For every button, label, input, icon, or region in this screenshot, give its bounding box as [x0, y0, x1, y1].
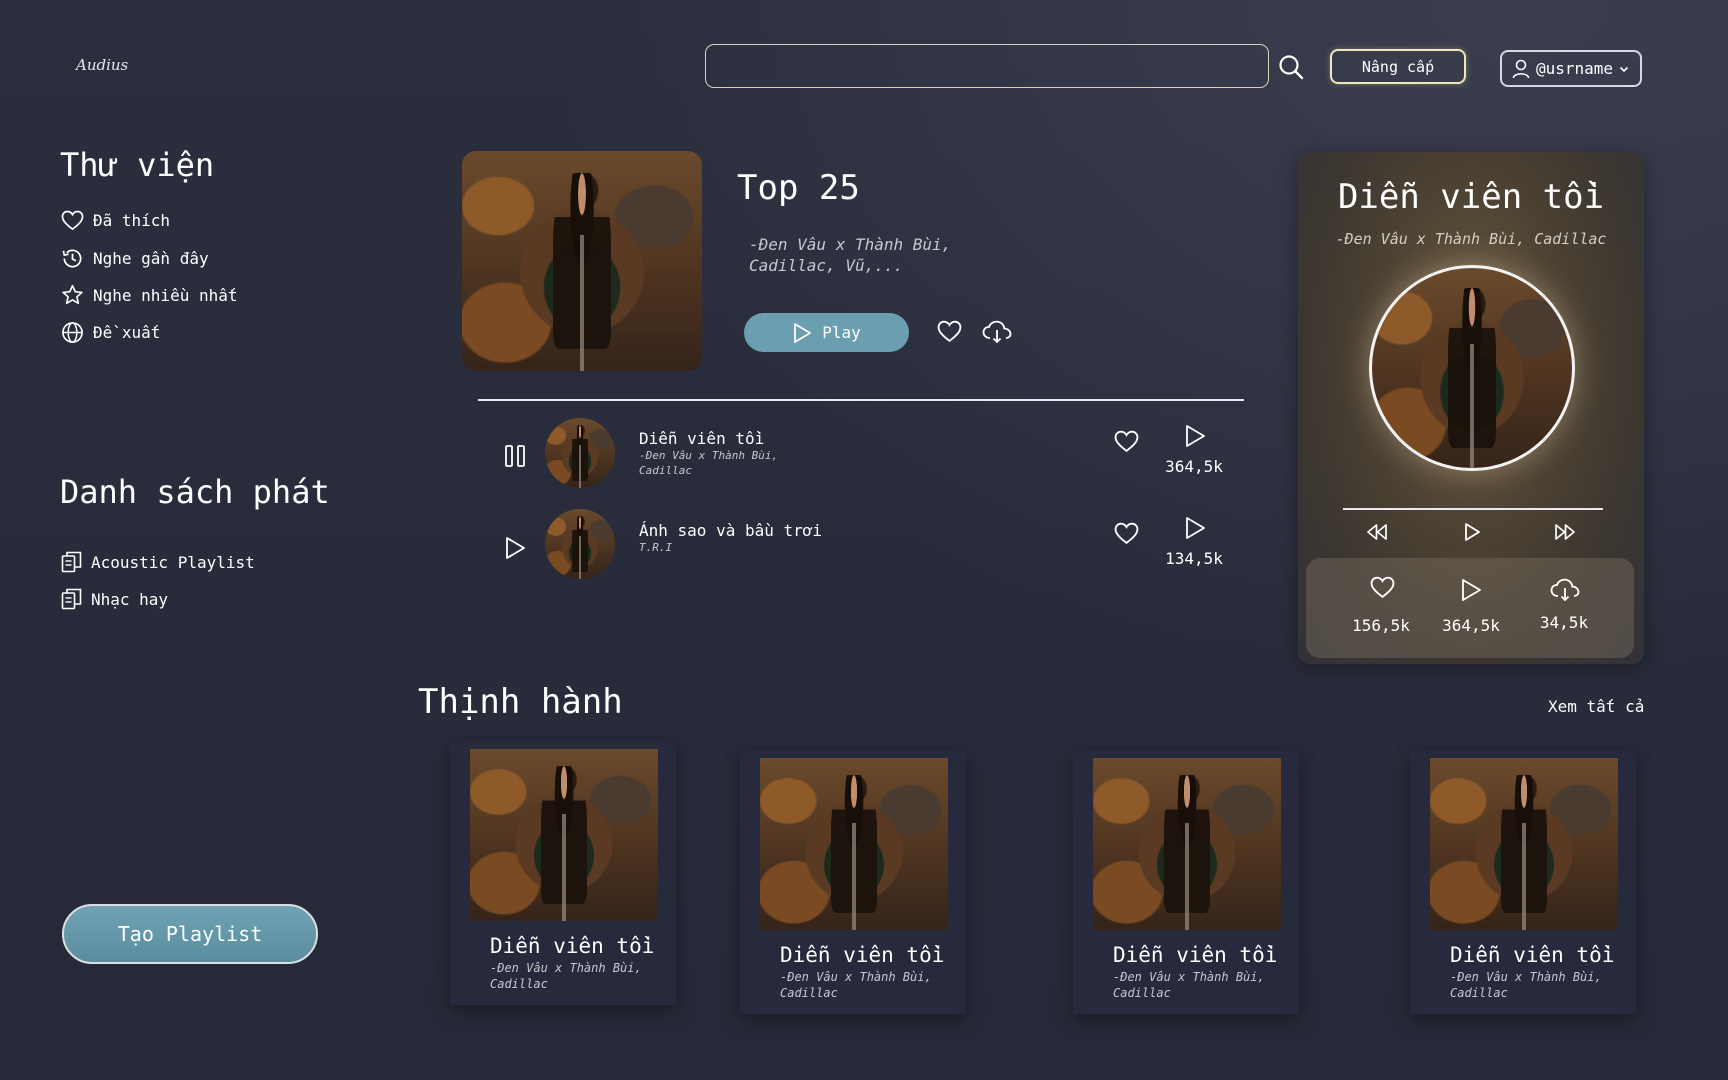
- play-icon[interactable]: [504, 536, 526, 560]
- download-cloud-icon[interactable]: [982, 320, 1012, 344]
- trending-card-artist: -Đen Vâu x Thành Bùi, Cadillac: [780, 970, 932, 1000]
- trending-card-image: [1093, 758, 1281, 930]
- star-icon: [61, 284, 84, 306]
- track-artist: T.R.I: [639, 541, 673, 554]
- sidebar-item-label: Đã thích: [93, 211, 171, 230]
- playlist-item-nhac-hay[interactable]: Nhạc hay: [61, 588, 168, 610]
- progress-bar[interactable]: [1343, 508, 1603, 510]
- featured-artists: -Đen Vâu x Thành Bùi, Cadillac, Vũ,...: [749, 235, 952, 275]
- app-logo[interactable]: Audius: [76, 56, 128, 74]
- now-playing-disc: [1369, 265, 1575, 471]
- sidebar-item-liked[interactable]: Đã thích: [61, 210, 170, 231]
- trending-card[interactable]: Diễn viên tồi -Đen Vâu x Thành Bùi, Cadi…: [450, 741, 676, 1005]
- play-button[interactable]: Play: [744, 313, 909, 352]
- play-icon[interactable]: [1184, 516, 1206, 540]
- globe-icon: [61, 321, 84, 344]
- sidebar-item-label: Nghe nhiều nhất: [93, 285, 238, 305]
- sidebar-item-suggested[interactable]: Đề xuất: [61, 321, 160, 344]
- now-playing-artist: -Đen Vâu x Thành Bùi, Cadillac: [1335, 230, 1607, 248]
- trending-title: Thịnh hành: [418, 682, 623, 722]
- track-title[interactable]: Ánh sao và bầu trơi: [639, 521, 822, 540]
- search-input[interactable]: [705, 44, 1269, 88]
- history-icon: [61, 247, 84, 270]
- sidebar-item-label: Nghe gần đây: [93, 249, 209, 268]
- playlist-item-acoustic[interactable]: Acoustic Playlist: [61, 551, 255, 573]
- now-playing-title: Diễn viên tồi: [1337, 177, 1605, 217]
- now-playing-stats: 156,5k 364,5k 34,5k: [1306, 558, 1634, 658]
- heart-icon[interactable]: [1114, 430, 1139, 453]
- play-count: 364,5k: [1165, 457, 1223, 476]
- playlist-icon: [61, 588, 82, 610]
- divider: [478, 399, 1244, 401]
- create-playlist-button[interactable]: Tạo Playlist: [62, 904, 318, 964]
- trending-card-title: Diễn viên tồi: [780, 943, 945, 967]
- trending-card-image: [470, 749, 658, 921]
- play-icon[interactable]: [1184, 424, 1206, 448]
- chevron-down-icon: [1619, 65, 1629, 73]
- trending-card-image: [760, 758, 948, 930]
- playlist-item-label: Nhạc hay: [91, 589, 169, 609]
- track-artist: -Đen Vâu x Thành Bùi, Cadillac: [639, 449, 779, 477]
- sidebar-item-recent[interactable]: Nghe gần đây: [61, 247, 209, 270]
- trending-card[interactable]: Diễn viên tồi -Đen Vâu x Thành Bùi, Cadi…: [740, 750, 966, 1014]
- play-label: Play: [822, 323, 861, 342]
- trending-card-artist: -Đen Vâu x Thành Bùi, Cadillac: [1113, 970, 1265, 1000]
- trending-card-title: Diễn viên tồi: [1450, 943, 1615, 967]
- trending-card[interactable]: Diễn viên tồi -Đen Vâu x Thành Bùi, Cadi…: [1073, 750, 1299, 1014]
- library-title: Thư viện: [60, 146, 215, 184]
- now-playing-card: Diễn viên tồi -Đen Vâu x Thành Bùi, Cadi…: [1298, 152, 1644, 664]
- play-icon[interactable]: [1460, 578, 1482, 602]
- trending-card-artist: -Đen Vâu x Thành Bùi, Cadillac: [490, 961, 642, 991]
- search-icon[interactable]: [1278, 54, 1304, 80]
- sidebar-item-most-played[interactable]: Nghe nhiều nhất: [61, 284, 238, 306]
- plays-count: 364,5k: [1442, 616, 1500, 635]
- track-title[interactable]: Diễn viên tồi: [639, 429, 764, 448]
- sidebar-item-label: Đề xuất: [93, 323, 161, 342]
- upgrade-button[interactable]: Nâng cấp: [1330, 49, 1466, 84]
- track-thumbnail: [545, 509, 615, 579]
- trending-card[interactable]: Diễn viên tồi -Đen Vâu x Thành Bùi, Cadi…: [1410, 750, 1636, 1014]
- heart-icon[interactable]: [1114, 522, 1139, 545]
- pause-icon[interactable]: [504, 444, 528, 468]
- featured-title: Top 25: [737, 168, 860, 208]
- trending-card-title: Diễn viên tồi: [490, 934, 655, 958]
- play-icon[interactable]: [1463, 522, 1481, 542]
- likes-count: 156,5k: [1352, 616, 1410, 635]
- see-all-link[interactable]: Xem tất cả: [1548, 697, 1644, 716]
- playlist-icon: [61, 551, 82, 573]
- fast-forward-icon[interactable]: [1554, 523, 1576, 541]
- rewind-icon[interactable]: [1366, 523, 1388, 541]
- username-label: @usrname: [1536, 59, 1614, 78]
- downloads-count: 34,5k: [1539, 613, 1589, 632]
- trending-card-artist: -Đen Vâu x Thành Bùi, Cadillac: [1450, 970, 1602, 1000]
- heart-icon[interactable]: [1370, 576, 1395, 599]
- play-count: 134,5k: [1165, 549, 1223, 568]
- playlists-title: Danh sách phát: [60, 473, 330, 511]
- download-cloud-icon[interactable]: [1550, 578, 1580, 602]
- user-menu-button[interactable]: @usrname: [1500, 50, 1642, 87]
- trending-card-title: Diễn viên tồi: [1113, 943, 1278, 967]
- user-icon: [1512, 59, 1530, 79]
- featured-cover-image: [462, 151, 702, 371]
- heart-icon[interactable]: [937, 320, 962, 343]
- track-thumbnail: [545, 418, 615, 488]
- trending-card-image: [1430, 758, 1618, 930]
- playlist-item-label: Acoustic Playlist: [91, 552, 255, 572]
- heart-icon: [61, 210, 84, 231]
- play-icon: [792, 322, 812, 344]
